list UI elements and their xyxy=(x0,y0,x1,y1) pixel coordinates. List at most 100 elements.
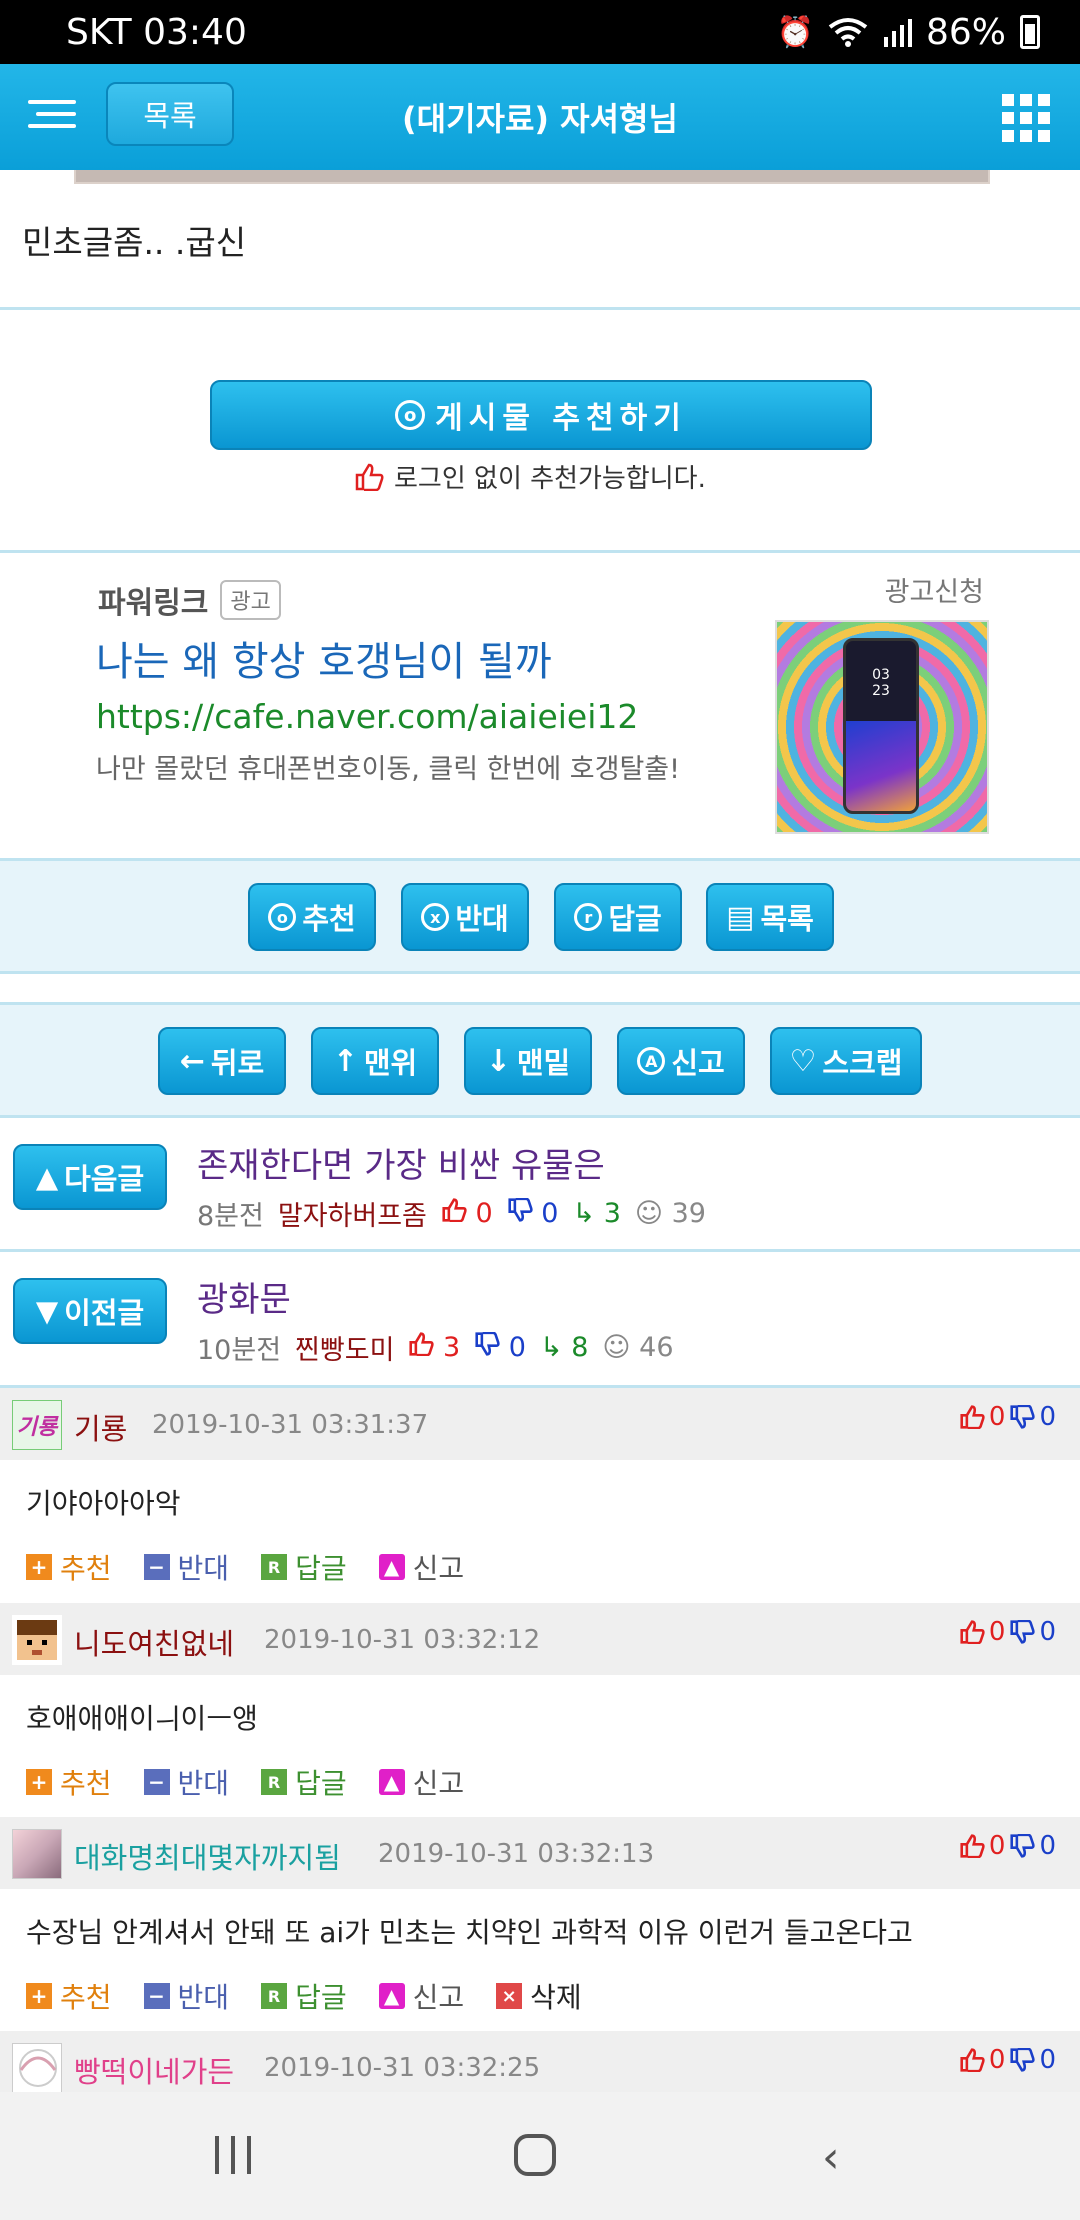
comment-reply-button[interactable]: R 답글 xyxy=(261,1976,347,2016)
upvote-count: 3 xyxy=(408,1332,460,1363)
comment-reply-button[interactable]: R 답글 xyxy=(261,1547,347,1587)
plus-icon: + xyxy=(26,1554,52,1580)
prev-post-author[interactable]: 찐빵도미 xyxy=(295,1328,394,1367)
comment-actions: + 추천 − 반대 R 답글 ▲ 신고 xyxy=(26,1762,496,1802)
thumbs-down-icon[interactable] xyxy=(1009,2048,1036,2072)
delete-x-icon: × xyxy=(496,1983,523,2009)
back-button[interactable]: ← 뒤로 xyxy=(158,1027,286,1095)
avatar[interactable] xyxy=(12,1829,62,1879)
menu-icon[interactable] xyxy=(28,100,76,134)
phone-time: 03 23 xyxy=(872,667,890,699)
avatar[interactable]: 기룡 xyxy=(12,1400,62,1450)
reply-r-icon: R xyxy=(261,1554,288,1580)
thumbs-up-icon[interactable] xyxy=(959,1405,985,1429)
ad-badge: 광고 xyxy=(220,580,281,620)
minus-icon: − xyxy=(143,1983,170,2009)
next-post-title[interactable]: 존재한다면 가장 비싼 유물은 xyxy=(197,1138,605,1187)
scroll-top-button[interactable]: ↑ 맨위 xyxy=(311,1027,439,1095)
scroll-bottom-label: 맨밑 xyxy=(516,1046,571,1080)
recommend-post-button[interactable]: o 게시물 추천하기 xyxy=(210,380,872,450)
comment-reply-label: 답글 xyxy=(295,1767,347,1800)
thumbs-up-icon[interactable] xyxy=(959,1620,985,1644)
next-post-button[interactable]: ▲ 다음글 xyxy=(13,1144,167,1210)
next-post-author[interactable]: 말자하버프좀 xyxy=(278,1194,427,1233)
recent-apps-icon[interactable] xyxy=(215,2136,251,2174)
battery-percent: 86% xyxy=(925,11,1006,53)
comment-recommend-button[interactable]: + 추천 xyxy=(26,1762,112,1802)
comment-reply-label: 답글 xyxy=(295,1552,347,1585)
thumbs-down-icon[interactable] xyxy=(1009,1834,1036,1858)
comment-report-button[interactable]: ▲ 신고 xyxy=(378,1976,464,2016)
triangle-down-icon: ▼ xyxy=(35,1294,59,1328)
oppose-circle-icon: x xyxy=(421,903,450,931)
comment-down-count: 0 xyxy=(1039,1402,1056,1432)
list-action-button[interactable]: ▤ 목록 xyxy=(706,883,834,951)
recommend-post-label: 게시물 추천하기 xyxy=(435,401,687,436)
comment-recommend-button[interactable]: + 추천 xyxy=(26,1547,112,1587)
report-label: 신고 xyxy=(671,1046,725,1080)
comment-oppose-button[interactable]: − 반대 xyxy=(143,1976,230,2016)
oppose-button[interactable]: x 반대 xyxy=(401,883,529,951)
comment-recommend-button[interactable]: + 추천 xyxy=(26,1976,112,2016)
comment-reply-button[interactable]: R 답글 xyxy=(261,1762,347,1802)
thumbs-up-icon xyxy=(442,1198,467,1223)
girl-avatar-icon xyxy=(19,2049,57,2087)
ad-section: 파워링크 광고 광고신청 나는 왜 항상 호갱님이 될까 https://caf… xyxy=(0,553,1080,859)
prev-post-button[interactable]: ▼ 이전글 xyxy=(13,1278,167,1344)
recommend-button[interactable]: o 추천 xyxy=(248,883,376,951)
prev-post-views: 46 xyxy=(639,1332,674,1363)
comment-votes: 0 0 xyxy=(959,1617,1056,1647)
thumbs-up-icon[interactable] xyxy=(959,1834,985,1858)
comment-nick[interactable]: 기룡 xyxy=(74,1406,127,1448)
prev-post-up: 3 xyxy=(443,1332,461,1363)
home-icon[interactable] xyxy=(514,2134,556,2176)
comment-date: 2019-10-31 03:32:12 xyxy=(264,1625,541,1655)
view-count: ☺ 46 xyxy=(602,1332,673,1363)
list-button[interactable]: 목록 xyxy=(106,82,234,146)
comment-nick[interactable]: 빵떡이네가든 xyxy=(74,2049,234,2091)
avatar[interactable] xyxy=(12,2043,62,2092)
post-text: 민초글좀.. .굽신 xyxy=(22,223,247,262)
scroll-bottom-button[interactable]: ↓ 맨밑 xyxy=(464,1027,592,1095)
scroll-top-label: 맨위 xyxy=(363,1046,418,1080)
report-button[interactable]: A 신고 xyxy=(617,1027,745,1095)
prev-post-title[interactable]: 광화문 xyxy=(197,1272,291,1321)
comment-nick[interactable]: 니도여친없네 xyxy=(74,1621,234,1663)
comment-report-label: 신고 xyxy=(412,1767,465,1800)
comment-header: 기룡 기룡 2019-10-31 03:31:37 0 0 xyxy=(0,1388,1080,1460)
thumbs-down-icon[interactable] xyxy=(1009,1405,1036,1429)
next-post-meta: 8분전 말자하버프좀 0 0 ↳ 3 ☺ 39 xyxy=(197,1194,706,1233)
face-icon: ☺ xyxy=(602,1332,631,1363)
post-action-bar: o 추천 x 반대 r 답글 ▤ 목록 xyxy=(0,858,1080,974)
reply-button[interactable]: r 답글 xyxy=(554,883,682,951)
comment-report-button[interactable]: ▲ 신고 xyxy=(378,1762,465,1802)
prev-post-time: 10분전 xyxy=(197,1335,282,1366)
scrap-button[interactable]: ♡ 스크랩 xyxy=(770,1027,922,1095)
comment-oppose-button[interactable]: − 반대 xyxy=(143,1547,229,1587)
comment-votes: 0 0 xyxy=(959,1831,1056,1861)
thumbs-up-icon[interactable] xyxy=(959,2048,985,2072)
back-chevron-icon[interactable]: ‹ xyxy=(822,2132,840,2183)
downvote-count: 0 xyxy=(507,1197,558,1229)
thumbs-down-icon[interactable] xyxy=(1009,1620,1036,1644)
avatar[interactable] xyxy=(12,1615,62,1665)
comment-oppose-label: 반대 xyxy=(177,1981,230,2014)
ad-image[interactable]: 03 23 xyxy=(775,620,989,834)
minus-icon: − xyxy=(143,1554,170,1580)
comment-date: 2019-10-31 03:32:25 xyxy=(264,2053,541,2083)
view-count: ☺ 39 xyxy=(635,1198,706,1229)
comment-nick[interactable]: 대화명최대몇자까지됨 xyxy=(74,1835,341,1877)
ad-apply-link[interactable]: 광고신청 xyxy=(885,570,984,609)
ad-description[interactable]: 나만 몰랐던 휴대폰번호이동, 클릭 한번에 호갱탈출! xyxy=(96,747,680,786)
prev-post[interactable]: ▼ 이전글 광화문 10분전 찐빵도미 3 0 ↳ 8 ☺ 46 xyxy=(0,1252,1080,1385)
ad-title[interactable]: 나는 왜 항상 호갱님이 될까 xyxy=(96,629,552,687)
reply-r-icon: R xyxy=(261,1769,288,1795)
reply-circle-icon: r xyxy=(574,903,603,931)
next-post[interactable]: ▲ 다음글 존재한다면 가장 비싼 유물은 8분전 말자하버프좀 0 0 ↳ 3… xyxy=(0,1118,1080,1251)
ad-url[interactable]: https://cafe.naver.com/aiaieiei12 xyxy=(96,697,638,736)
comment-report-button[interactable]: ▲ 신고 xyxy=(378,1547,464,1587)
comment-oppose-button[interactable]: − 반대 xyxy=(143,1762,229,1802)
comment-delete-button[interactable]: × 삭제 xyxy=(496,1976,582,2016)
grid-menu-icon[interactable] xyxy=(1002,94,1050,142)
reply-r-icon: R xyxy=(261,1983,288,2009)
